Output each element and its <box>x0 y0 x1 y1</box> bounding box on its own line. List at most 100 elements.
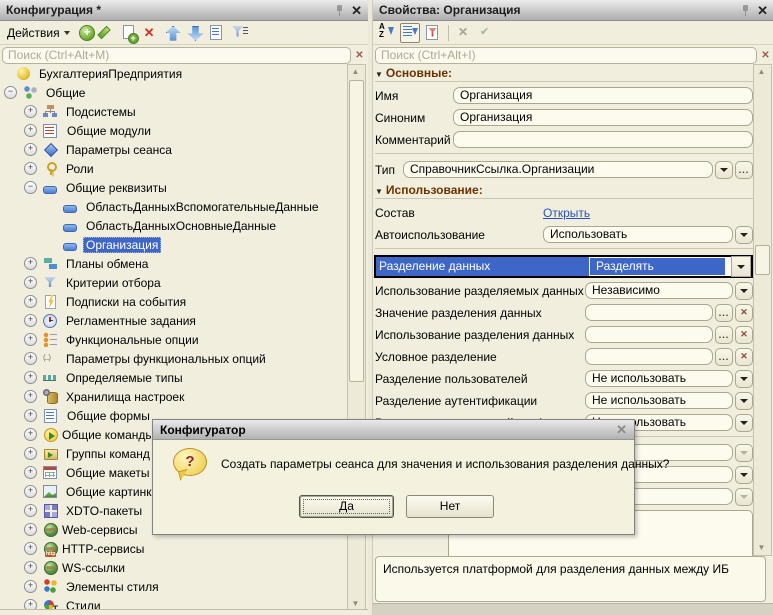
expand-icon[interactable]: + <box>24 124 37 137</box>
tree-item[interactable]: ОбластьДанныхВспомогательныеДанные <box>0 197 346 216</box>
expand-icon[interactable]: + <box>24 523 37 536</box>
no-button[interactable]: Нет <box>406 495 494 518</box>
tree-item-label[interactable]: ОбластьДанныхОсновныеДанные <box>83 218 279 234</box>
collapse-icon[interactable]: − <box>24 181 37 194</box>
edit-pencil-icon[interactable] <box>98 24 116 42</box>
ellipsis-button[interactable]: ... <box>715 304 733 322</box>
search-input[interactable]: Поиск (Ctrl+Alt+I) <box>375 47 757 64</box>
value-field[interactable]: Не использовать <box>585 370 733 387</box>
tree-item[interactable]: +Элементы стиля <box>0 577 346 596</box>
tree-item[interactable]: + Общие модули <box>0 121 346 140</box>
scroll-thumb[interactable] <box>755 245 770 275</box>
expand-icon[interactable]: + <box>24 276 37 289</box>
value-field[interactable] <box>585 326 713 343</box>
value-field[interactable]: Использовать <box>543 226 733 243</box>
value-field[interactable]: Организация <box>453 109 753 126</box>
tree-item[interactable]: + Критерии отбора <box>0 273 346 292</box>
tree-item-label[interactable]: Критерии отбора <box>63 275 164 291</box>
dropdown-button[interactable] <box>715 161 733 179</box>
dropdown-button[interactable] <box>731 256 751 277</box>
delete-icon[interactable] <box>142 24 160 42</box>
clear-search-icon[interactable]: ✕ <box>353 50 366 61</box>
tree-item-label[interactable]: БухгалтерияПредприятия <box>36 66 185 82</box>
yes-button[interactable]: Да <box>299 495 394 518</box>
value-field[interactable] <box>585 304 713 321</box>
expand-icon[interactable]: + <box>24 162 37 175</box>
scroll-up-icon[interactable]: ▲ <box>348 65 363 79</box>
move-up-icon[interactable] <box>164 24 182 42</box>
expand-icon[interactable]: + <box>24 105 37 118</box>
expand-icon[interactable]: + <box>24 333 37 346</box>
tree-item[interactable]: + Параметры функциональных опций <box>0 349 346 368</box>
move-down-icon[interactable] <box>186 24 204 42</box>
expand-icon[interactable]: + <box>24 371 37 384</box>
tree-item-label[interactable]: Параметры функциональных опций <box>63 351 269 367</box>
tree-item-label[interactable]: WS-ссылки <box>59 560 128 576</box>
tree-item[interactable]: +Стили <box>0 596 346 610</box>
tree-item-label[interactable]: Элементы стиля <box>63 579 162 595</box>
tree-item-label[interactable]: Параметры сеанса <box>63 142 175 158</box>
value-field[interactable]: СправочникСсылка.Организации <box>403 161 713 178</box>
expand-icon[interactable]: + <box>24 466 37 479</box>
tree-item[interactable]: +Регламентные задания <box>0 311 346 330</box>
tree-item[interactable]: + WS-ссылки <box>0 558 346 577</box>
close-icon[interactable]: ✕ <box>757 4 768 17</box>
tree-item[interactable]: Организация <box>0 235 346 254</box>
dropdown-button[interactable] <box>735 392 753 410</box>
expand-icon[interactable]: + <box>24 143 37 156</box>
clear-search-icon[interactable]: ✕ <box>759 50 772 61</box>
expand-icon[interactable]: + <box>24 561 37 574</box>
add-icon[interactable] <box>79 25 95 41</box>
ellipsis-button[interactable]: ... <box>735 161 753 179</box>
ellipsis-button[interactable]: ... <box>715 348 733 366</box>
tree-item[interactable]: + HTTP-сервисы <box>0 539 346 558</box>
tree-item[interactable]: −Общие <box>0 83 346 102</box>
tree-item[interactable]: ОбластьДанныхОсновныеДанные <box>0 216 346 235</box>
tree-item[interactable]: + Хранилища настроек <box>0 387 346 406</box>
tree-item-label[interactable]: Общие модули <box>64 123 154 139</box>
value-field[interactable]: Организация <box>453 87 753 104</box>
tree-item[interactable]: + Подписки на события <box>0 292 346 311</box>
actions-menu-button[interactable]: Действия <box>3 25 74 41</box>
search-input[interactable]: Поиск (Ctrl+Alt+M) <box>2 47 351 64</box>
dialog-close-icon[interactable]: ✕ <box>616 423 627 436</box>
tree-item-label[interactable]: Общие формы <box>64 408 153 424</box>
expand-icon[interactable]: + <box>24 257 37 270</box>
expand-icon[interactable]: + <box>24 542 37 555</box>
value-field[interactable]: Независимо <box>585 282 733 299</box>
value-field[interactable] <box>453 131 753 148</box>
dropdown-button[interactable] <box>735 414 753 432</box>
properties-scrollbar[interactable]: ▲ ▼ <box>753 64 772 556</box>
tree-item-label[interactable]: Общие <box>43 85 88 101</box>
tree-item[interactable]: БухгалтерияПредприятия <box>0 64 346 83</box>
tree-item[interactable]: + Роли <box>0 159 346 178</box>
tree-item[interactable]: − Общие реквизиты <box>0 178 346 197</box>
tree-item[interactable]: +Подсистемы <box>0 102 346 121</box>
tree-item-label[interactable]: Регламентные задания <box>63 313 199 329</box>
tree-item-label[interactable]: Роли <box>63 161 97 177</box>
clear-button[interactable]: ✕ <box>735 348 753 366</box>
value-field[interactable]: Не использовать <box>585 392 733 409</box>
tree-item-label[interactable]: Хранилища настроек <box>63 389 187 405</box>
dropdown-button[interactable] <box>735 466 753 484</box>
open-link[interactable]: Открыть <box>543 206 590 220</box>
category-view-icon[interactable] <box>400 23 420 43</box>
tree-item-label[interactable]: Общие реквизиты <box>63 180 170 196</box>
expand-icon[interactable]: + <box>24 352 37 365</box>
tree-item[interactable]: +Функциональные опции <box>0 330 346 349</box>
tree-item-label[interactable]: Общие картинки <box>63 484 161 500</box>
clear-button[interactable]: ✕ <box>735 304 753 322</box>
tree-item-label[interactable]: Определяемые типы <box>63 370 186 386</box>
clear-button[interactable]: ✕ <box>735 326 753 344</box>
expand-icon[interactable]: + <box>24 409 37 422</box>
tree-item[interactable]: + Определяемые типы <box>0 368 346 387</box>
expand-icon[interactable]: + <box>24 447 37 460</box>
expand-icon[interactable]: + <box>24 485 37 498</box>
clone-icon[interactable] <box>120 24 138 42</box>
section-header[interactable]: Основные: <box>375 66 753 82</box>
tree-item-label[interactable]: Подписки на события <box>63 294 189 310</box>
expand-icon[interactable]: + <box>24 390 37 403</box>
expand-icon[interactable]: + <box>24 295 37 308</box>
dropdown-button[interactable] <box>735 370 753 388</box>
tree-item-label[interactable]: HTTP-сервисы <box>59 541 147 557</box>
